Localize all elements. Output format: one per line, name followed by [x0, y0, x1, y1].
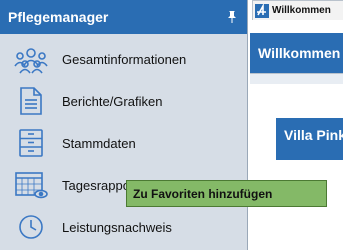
tab-label: Willkommen — [272, 5, 331, 16]
sidebar: Pflegemanager Gesamtinformationen Berich… — [0, 0, 248, 250]
users-group-icon — [12, 42, 50, 76]
app-logo-icon — [255, 3, 269, 18]
sidebar-item-label: Gesamtinformationen — [62, 51, 187, 67]
cabinet-icon — [12, 126, 50, 160]
tooltip-text: Zu Favoriten hinzufügen — [133, 186, 273, 201]
sidebar-item-label: Berichte/Grafiken — [62, 93, 163, 109]
sidebar-title: Pflegemanager — [8, 9, 109, 25]
sidebar-item-gesamtinformationen[interactable]: Gesamtinformationen — [0, 38, 247, 80]
clock-icon — [12, 210, 50, 244]
sidebar-item-label: Stammdaten — [62, 135, 136, 151]
welcome-header: Willkommen — [250, 33, 343, 73]
sidebar-item-berichte-grafiken[interactable]: Berichte/Grafiken — [0, 80, 247, 122]
sidebar-item-stammdaten[interactable]: Stammdaten — [0, 122, 247, 164]
villa-card-title: Villa Pink — [284, 126, 343, 143]
add-to-favorites-tooltip: Zu Favoriten hinzufügen — [126, 180, 327, 207]
pin-icon[interactable] — [225, 10, 239, 24]
sidebar-item-label: Leistungsnachweis — [62, 219, 172, 235]
welcome-panel — [250, 73, 343, 84]
welcome-title: Willkommen — [258, 45, 341, 61]
calendar-view-icon — [12, 168, 50, 202]
document-icon — [12, 84, 50, 118]
tab-willkommen[interactable]: Willkommen — [252, 0, 343, 20]
sidebar-header: Pflegemanager — [0, 0, 247, 34]
sidebar-item-leistungsnachweis[interactable]: Leistungsnachweis — [0, 206, 247, 248]
